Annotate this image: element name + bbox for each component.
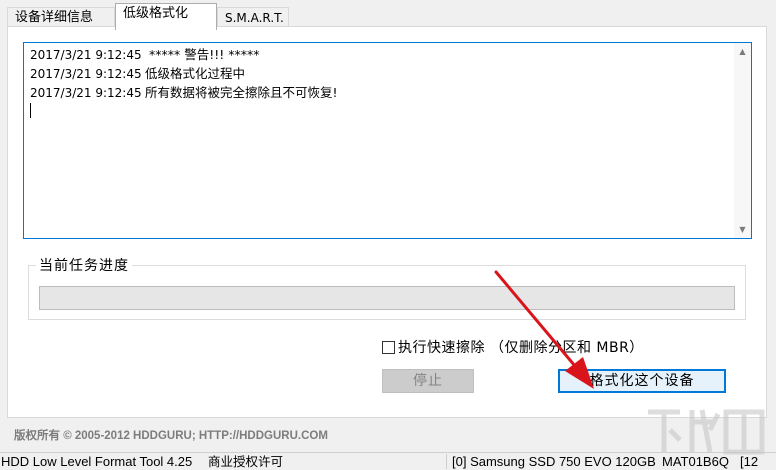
arrow-up-icon[interactable]: ▲ [734, 43, 751, 60]
tab-low-level-format[interactable]: 低级格式化 [115, 3, 217, 30]
log-line: 2017/3/21 9:12:45 低级格式化过程中 [30, 64, 733, 83]
log-message: ***** 警告!!! ***** [145, 47, 260, 62]
log-scrollbar[interactable]: ▲ ▼ [734, 43, 751, 238]
text-caret [30, 103, 31, 118]
status-device: [0] Samsung SSD 750 EVO 120GB [452, 454, 656, 469]
status-license: 商业授权许可 [208, 454, 284, 469]
log-line: 2017/3/21 9:12:45 所有数据将被完全擦除且不可恢复! [30, 83, 733, 102]
log-time: 2017/3/21 9:12:45 [30, 86, 142, 100]
tab-device-details[interactable]: 设备详细信息 [7, 7, 115, 28]
log-line: 2017/3/21 9:12:45 ***** 警告!!! ***** [30, 45, 733, 64]
status-bar: HDD Low Level Format Tool 4.25 商业授权许可 [0… [0, 452, 776, 470]
quick-wipe-label[interactable]: 执行快速擦除 （仅删除分区和 MBR） [398, 337, 644, 357]
log-time: 2017/3/21 9:12:45 [30, 48, 142, 62]
status-separator [446, 454, 447, 469]
log-time: 2017/3/21 9:12:45 [30, 67, 142, 81]
status-app-name: HDD Low Level Format Tool 4.25 [1, 454, 193, 469]
progress-bar [39, 286, 735, 310]
log-message: 低级格式化过程中 [145, 66, 246, 81]
tab-smart[interactable]: S.M.A.R.T. [217, 7, 289, 28]
log-message: 所有数据将被完全擦除且不可恢复! [145, 85, 338, 100]
progress-group-title: 当前任务进度 [36, 255, 132, 275]
tab-bar: 设备详细信息 低级格式化 S.M.A.R.T. [7, 3, 767, 30]
arrow-down-icon[interactable]: ▼ [734, 221, 751, 238]
status-extra: [12 [740, 454, 759, 469]
format-device-button[interactable]: 格式化这个设备 [558, 369, 726, 393]
log-lines: 2017/3/21 9:12:45 ***** 警告!!! ***** 2017… [30, 45, 733, 238]
quick-wipe-option[interactable]: 执行快速擦除 （仅删除分区和 MBR） [382, 338, 644, 356]
status-serial: MAT01B6Q [662, 454, 729, 469]
log-textarea[interactable]: 2017/3/21 9:12:45 ***** 警告!!! ***** 2017… [23, 42, 752, 239]
stop-button[interactable]: 停止 [382, 369, 474, 393]
copyright-text: 版权所有 © 2005-2012 HDDGURU; HTTP://HDDGURU… [14, 430, 328, 442]
quick-wipe-checkbox[interactable] [382, 340, 395, 354]
